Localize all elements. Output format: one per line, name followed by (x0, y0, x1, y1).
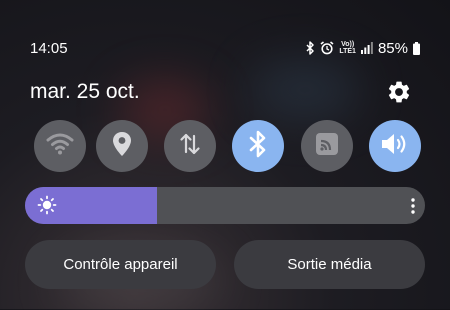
wifi-icon (46, 133, 74, 160)
battery-percentage: 85% (377, 39, 408, 57)
alarm-icon (320, 41, 334, 55)
status-icons: Vo)) LTE1 85% (306, 38, 420, 58)
tile-location[interactable] (96, 120, 148, 172)
date-label: mar. 25 oct. (30, 80, 140, 103)
volte-bottom-label: LTE1 (339, 48, 356, 55)
location-pin-icon (112, 131, 132, 162)
tile-sound[interactable] (369, 120, 421, 172)
gear-icon[interactable] (386, 79, 412, 105)
more-vertical-icon[interactable] (411, 197, 415, 215)
battery-icon (413, 41, 420, 55)
signal-icon (360, 42, 373, 54)
cast-icon (315, 132, 339, 161)
status-time: 14:05 (30, 40, 68, 57)
quick-settings-tiles (34, 120, 424, 172)
tile-wifi[interactable] (34, 120, 86, 172)
volte-top-label: Vo)) (341, 41, 355, 48)
device-control-button[interactable]: Contrôle appareil (25, 240, 216, 289)
volte-icon: Vo)) LTE1 (339, 41, 356, 55)
sun-icon (37, 195, 57, 215)
data-arrows-icon (178, 132, 202, 161)
brightness-slider[interactable] (25, 187, 425, 224)
volume-icon (380, 132, 410, 161)
tile-bluetooth[interactable] (232, 120, 284, 172)
bluetooth-icon (306, 41, 315, 55)
tile-cast[interactable] (301, 120, 353, 172)
media-output-button[interactable]: Sortie média (234, 240, 425, 289)
bluetooth-icon (249, 130, 267, 163)
tile-mobile-data[interactable] (164, 120, 216, 172)
